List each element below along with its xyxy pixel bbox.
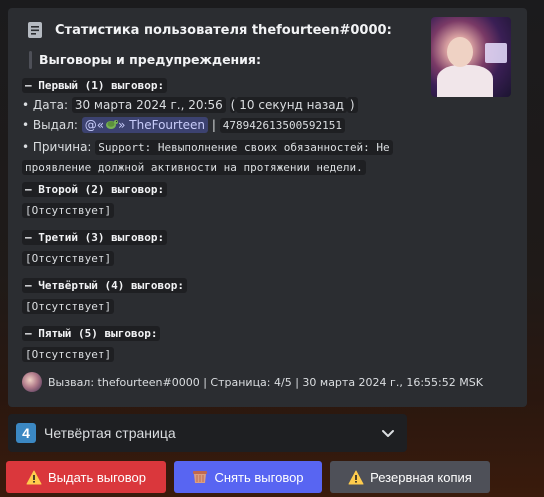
fourth-header: — Четвёртый (4) выговор:	[22, 278, 187, 293]
reason-text-1: Support: Невыполнение своих обязанностей…	[95, 140, 393, 155]
fifth-value-line: [Отсутствует]	[22, 347, 115, 362]
second-header: — Второй (2) выговор:	[22, 182, 168, 197]
issue-reprimand-label: Выдать выговор	[47, 469, 147, 485]
warning-icon	[348, 470, 364, 484]
embed-author: Статистика пользователя thefourteen#0000…	[55, 23, 392, 38]
document-icon	[28, 22, 42, 38]
page-select-label: Четвёртая страница	[44, 425, 176, 441]
user-mention[interactable]: @«» TheFourteen	[81, 117, 209, 133]
date-value: 30 марта 2024 г., 20:56	[71, 97, 226, 113]
third-header: — Третий (3) выговор:	[22, 230, 168, 245]
avatar	[22, 372, 42, 392]
reason-text-2: проявление должной активности на протяже…	[22, 160, 366, 175]
quote-bar	[29, 51, 32, 69]
first-reason-line: • Причина: Support: Невыполнение своих о…	[22, 140, 393, 155]
footer-text: Вызвал: thefourteen#0000 | Страница: 4/5…	[48, 375, 483, 389]
first-date-line: • Дата: 30 марта 2024 г., 20:56 (10 секу…	[22, 97, 358, 113]
backup-label: Резервная копия	[370, 469, 472, 485]
first-issued-line: • Выдал: @«» TheFourteen | 4789426135005…	[22, 117, 345, 133]
remove-reprimand-label: Снять выговор	[214, 469, 304, 485]
turtle-emoji-icon	[106, 120, 119, 129]
chevron-down-icon	[382, 430, 394, 437]
fourth-value: [Отсутствует]	[22, 299, 115, 314]
third-value-line: [Отсутствует]	[22, 251, 115, 266]
embed-card: Статистика пользователя thefourteen#0000…	[8, 8, 527, 407]
first-header-line: — Первый (1) выговор:	[22, 78, 168, 93]
embed-thumbnail	[431, 17, 511, 97]
warning-icon	[26, 470, 42, 484]
fifth-header: — Пятый (5) выговор:	[22, 326, 161, 341]
date-relative: 10 секунд назад	[236, 97, 347, 113]
third-header-line: — Третий (3) выговор:	[22, 230, 168, 245]
second-value: [Отсутствует]	[22, 203, 115, 218]
fifth-value: [Отсутствует]	[22, 347, 115, 362]
embed-footer: Вызвал: thefourteen#0000 | Страница: 4/5…	[22, 372, 483, 392]
basket-icon	[193, 471, 208, 483]
backup-button[interactable]: Резервная копия	[330, 461, 490, 493]
issuer-id: 478942613500592151	[219, 118, 345, 133]
fourth-header-line: — Четвёртый (4) выговор:	[22, 278, 187, 293]
first-header: — Первый (1) выговор:	[22, 78, 168, 93]
issue-reprimand-button[interactable]: Выдать выговор	[6, 461, 166, 493]
second-header-line: — Второй (2) выговор:	[22, 182, 168, 197]
fifth-header-line: — Пятый (5) выговор:	[22, 326, 161, 341]
embed-subtitle: Выговоры и предупреждения:	[39, 52, 261, 67]
remove-reprimand-button[interactable]: Снять выговор	[174, 461, 322, 493]
issued-label: • Выдал:	[22, 118, 82, 132]
date-label: • Дата:	[22, 98, 72, 112]
page-select[interactable]: 4 Четвёртая страница	[8, 414, 407, 452]
third-value: [Отсутствует]	[22, 251, 115, 266]
page-number-badge: 4	[16, 423, 36, 443]
reason-label: • Причина:	[22, 140, 96, 154]
first-reason-line-2: проявление должной активности на протяже…	[22, 160, 366, 175]
second-value-line: [Отсутствует]	[22, 203, 115, 218]
fourth-value-line: [Отсутствует]	[22, 299, 115, 314]
